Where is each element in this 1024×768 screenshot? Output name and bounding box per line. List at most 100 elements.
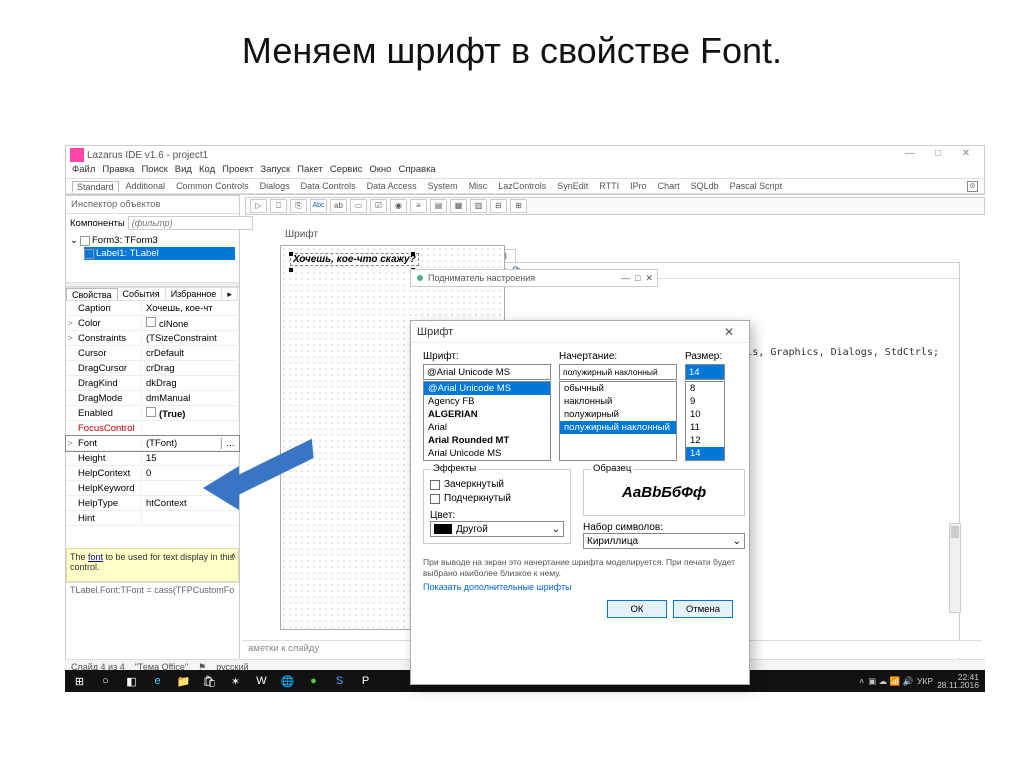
font-list[interactable]: @Arial Unicode MSAgency FBALGERIANArialA… xyxy=(423,381,551,461)
style-list-item[interactable]: полужирный наклонный xyxy=(560,421,676,434)
ide-close-button[interactable]: ✕ xyxy=(952,148,980,162)
tool-icon[interactable]: ⎘ xyxy=(290,199,307,213)
font-list-item[interactable]: @Arial Unicode MS xyxy=(424,382,550,395)
taskbar-app-icon[interactable]: ◧ xyxy=(119,672,144,690)
taskbar-app-icon[interactable]: 🌐 xyxy=(275,672,300,690)
color-combo[interactable]: Другой ⌄ xyxy=(430,521,564,537)
prop-row-caption[interactable]: CaptionХочешь, кое-чт xyxy=(66,301,239,316)
menu-Справка[interactable]: Справка xyxy=(398,164,435,178)
module-tab[interactable]: Шрифт xyxy=(285,229,318,240)
components-combo[interactable]: Компоненты xyxy=(70,218,125,229)
size-list-item[interactable]: 10 xyxy=(686,408,724,421)
menu-Правка[interactable]: Правка xyxy=(102,164,134,178)
tool-icon[interactable]: ⊞ xyxy=(510,199,527,213)
gear-icon[interactable]: ⚙ xyxy=(967,181,978,192)
tool-icon[interactable]: ≡ xyxy=(410,199,427,213)
ide-min-button[interactable]: — xyxy=(896,148,924,162)
font-list-item[interactable]: Agency FB xyxy=(424,395,550,408)
palette-tab-lazcontrols[interactable]: LazControls xyxy=(494,181,550,191)
tree-form-node[interactable]: ⌄ Form3: TForm3 xyxy=(70,234,235,247)
ellipsis-button[interactable]: ... xyxy=(221,438,239,449)
palette-tab-common-controls[interactable]: Common Controls xyxy=(172,181,253,191)
tray-icons[interactable]: ▣ ☁ 📶 🔊 xyxy=(868,676,913,687)
taskbar-app-icon[interactable]: 🛍 xyxy=(197,672,222,690)
style-list-item[interactable]: полужирный xyxy=(560,408,676,421)
taskbar-app-icon[interactable]: e xyxy=(145,672,170,690)
palette-tab-chart[interactable]: Chart xyxy=(654,181,684,191)
form-max-button[interactable]: □ xyxy=(635,273,640,283)
prop-row-color[interactable]: >ColorclNone xyxy=(66,316,239,331)
font-size-input[interactable] xyxy=(685,364,725,380)
menu-Вид[interactable]: Вид xyxy=(175,164,192,178)
tree-label-node[interactable]: Label1: TLabel xyxy=(84,247,235,260)
menu-Поиск[interactable]: Поиск xyxy=(141,164,167,178)
charset-combo[interactable]: Кириллица ⌄ xyxy=(583,533,745,549)
size-list-item[interactable]: 12 xyxy=(686,434,724,447)
font-list-item[interactable]: ALGERIAN xyxy=(424,408,550,421)
palette-tab-data-controls[interactable]: Data Controls xyxy=(297,181,360,191)
palette-tab-additional[interactable]: Additional xyxy=(122,181,170,191)
tool-icon[interactable]: Abc xyxy=(310,199,327,213)
cancel-button[interactable]: Отмена xyxy=(673,600,733,618)
size-list-item[interactable]: 9 xyxy=(686,395,724,408)
palette-tab-dialogs[interactable]: Dialogs xyxy=(256,181,294,191)
taskbar-app-icon[interactable]: ○ xyxy=(93,672,118,690)
inspector-tab[interactable]: События xyxy=(118,288,166,300)
palette-tab-data-access[interactable]: Data Access xyxy=(363,181,421,191)
strikeout-checkbox[interactable] xyxy=(430,480,440,490)
menu-Файл[interactable]: Файл xyxy=(72,164,95,178)
tool-icon[interactable]: ☑ xyxy=(370,199,387,213)
menu-Запуск[interactable]: Запуск xyxy=(260,164,290,178)
palette-tab-misc[interactable]: Misc xyxy=(465,181,492,191)
scrollbar[interactable] xyxy=(949,523,961,613)
palette-tab-sqldb[interactable]: SQLdb xyxy=(687,181,723,191)
tab-overflow-icon[interactable]: ▸ xyxy=(222,288,238,300)
prop-row-dragcursor[interactable]: DragCursorcrDrag xyxy=(66,361,239,376)
inspector-tab[interactable]: Избранное xyxy=(166,288,223,300)
menu-Проект[interactable]: Проект xyxy=(222,164,253,178)
font-style-input[interactable] xyxy=(559,364,677,380)
size-list-item[interactable]: 11 xyxy=(686,421,724,434)
form-min-button[interactable]: — xyxy=(621,273,630,283)
prop-row-dragkind[interactable]: DragKinddkDrag xyxy=(66,376,239,391)
tray-lang[interactable]: УКР xyxy=(917,676,933,686)
tool-icon[interactable]: ▥ xyxy=(470,199,487,213)
tool-icon[interactable]: ▤ xyxy=(430,199,447,213)
menu-Пакет[interactable]: Пакет xyxy=(297,164,323,178)
ide-max-button[interactable]: □ xyxy=(924,148,952,162)
size-list-item[interactable]: 14 xyxy=(686,447,724,460)
prop-row-dragmode[interactable]: DragModedmManual xyxy=(66,391,239,406)
taskbar-app-icon[interactable]: P xyxy=(353,672,378,690)
inspector-tab[interactable]: Свойства xyxy=(66,288,118,300)
prop-row-cursor[interactable]: CursorcrDefault xyxy=(66,346,239,361)
help-font-link[interactable]: font xyxy=(88,552,103,562)
style-list-item[interactable]: обычный xyxy=(560,382,676,395)
palette-tab-synedit[interactable]: SynEdit xyxy=(553,181,592,191)
tool-icon[interactable]: ▦ xyxy=(450,199,467,213)
start-button[interactable]: ⊞ xyxy=(67,672,92,690)
prop-row-font[interactable]: >Font(TFont)... xyxy=(66,436,239,451)
form-close-button[interactable]: ✕ xyxy=(645,273,653,284)
menu-Сервис[interactable]: Сервис xyxy=(330,164,363,178)
scroll-up-icon[interactable]: ˄ xyxy=(231,551,236,561)
style-list[interactable]: обычныйнаклонныйполужирныйполужирный нак… xyxy=(559,381,677,461)
pointer-tool-icon[interactable]: ▷ xyxy=(250,199,267,213)
palette-tab-system[interactable]: System xyxy=(424,181,462,191)
tool-icon[interactable]: ▭ xyxy=(350,199,367,213)
taskbar-app-icon[interactable]: S xyxy=(327,672,352,690)
form-label-control[interactable]: Хочешь, кое-что скажу? xyxy=(291,254,418,265)
menu-Код[interactable]: Код xyxy=(199,164,215,178)
taskbar-app-icon[interactable]: W xyxy=(249,672,274,690)
font-name-input[interactable] xyxy=(423,364,551,380)
tool-icon[interactable]: ⎕ xyxy=(270,199,287,213)
prop-row-enabled[interactable]: Enabled(True) xyxy=(66,406,239,421)
tray-clock[interactable]: 22:4128.11.2016 xyxy=(937,673,979,690)
taskbar-app-icon[interactable]: 📁 xyxy=(171,672,196,690)
underline-checkbox[interactable] xyxy=(430,494,440,504)
font-list-item[interactable]: Arial xyxy=(424,421,550,434)
system-tray[interactable]: ˄ ▣ ☁ 📶 🔊 УКР 22:4128.11.2016 xyxy=(859,673,983,690)
taskbar-app-icon[interactable]: ● xyxy=(301,672,326,690)
more-fonts-link[interactable]: Показать дополнительные шрифты xyxy=(423,582,737,592)
ok-button[interactable]: ОК xyxy=(607,600,667,618)
menu-Окно[interactable]: Окно xyxy=(369,164,391,178)
